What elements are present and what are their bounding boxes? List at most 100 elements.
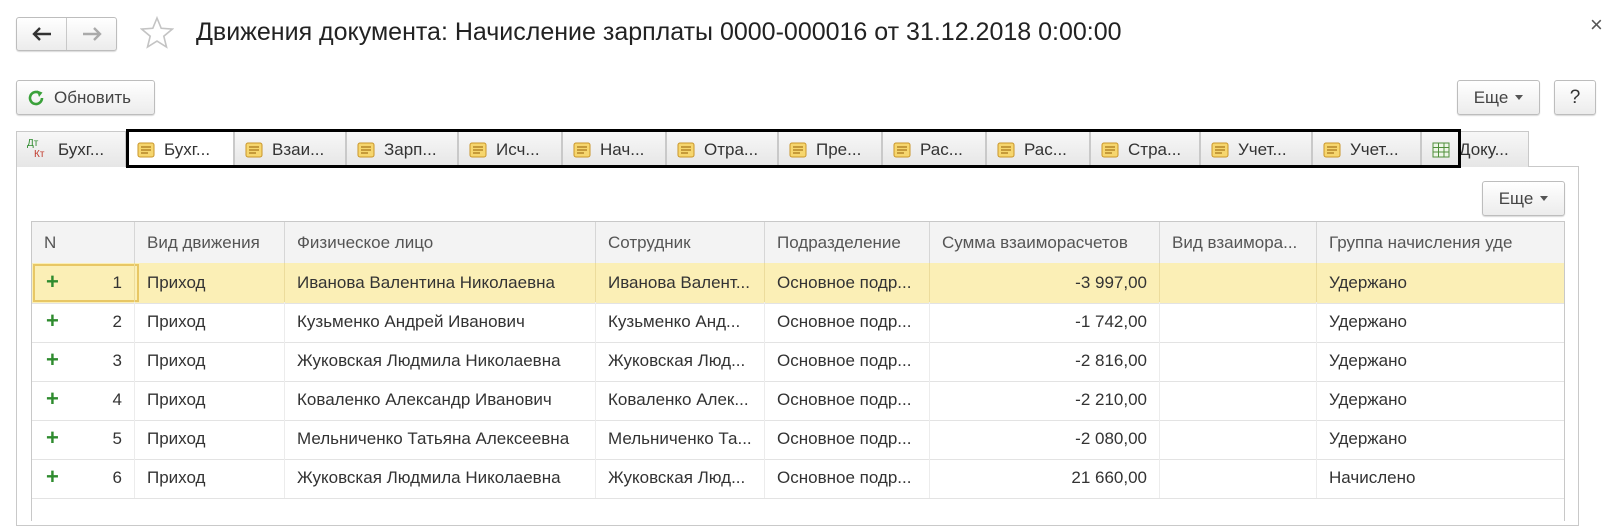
arrow-left-icon: [31, 27, 51, 41]
tab-10[interactable]: Рас...: [986, 131, 1090, 167]
header-col-person[interactable]: Физическое лицо: [285, 222, 596, 263]
cell-settlement-type: [1160, 380, 1317, 420]
cell-person: Жуковская Людмила Николаевна: [285, 458, 596, 498]
register-icon: [677, 142, 695, 157]
tab-2[interactable]: Бухг...: [126, 130, 234, 168]
more-button[interactable]: Еще: [1457, 80, 1540, 115]
arrow-right-icon: [82, 27, 102, 41]
tab-12[interactable]: Учет...: [1200, 131, 1312, 167]
cell-settlement-type: [1160, 263, 1317, 303]
table-row[interactable]: +3 Приход Жуковская Людмила Николаевна Жуко…: [32, 341, 1564, 382]
register-icon: [997, 142, 1015, 157]
cell-movement: Приход: [135, 302, 285, 342]
register-tabs: Дт Кт Бухг... Бухг... Взаи... Зарп... Исч... На…: [16, 130, 1579, 168]
table-row[interactable]: +6 Приход Жуковская Людмила Николаевна Жуко…: [32, 458, 1564, 499]
tab-4[interactable]: Зарп...: [346, 131, 458, 167]
kt-label: Кт: [34, 148, 45, 160]
table-row[interactable]: +4 Приход Коваленко Александр Иванович Кова…: [32, 380, 1564, 421]
cell-n: 6: [32, 458, 135, 498]
tab-label: Пре...: [816, 139, 862, 159]
cell-group: Удержано: [1317, 263, 1564, 303]
cell-movement: Приход: [135, 341, 285, 381]
refresh-label: Обновить: [54, 87, 131, 107]
table-row[interactable]: +5 Приход Мельниченко Татьяна Алексеевна Ме…: [32, 419, 1564, 460]
cell-amount: -1 742,00: [930, 302, 1160, 342]
cell-amount: -3 997,00: [930, 263, 1160, 303]
cell-amount: -2 080,00: [930, 419, 1160, 459]
table-icon: [1432, 142, 1450, 157]
caret-down-icon: [1515, 95, 1524, 100]
cell-group: Удержано: [1317, 419, 1564, 459]
tab-label: Отра...: [704, 139, 759, 159]
tab-label: Рас...: [920, 139, 963, 159]
header-col-amount[interactable]: Сумма взаиморасчетов: [930, 222, 1160, 263]
tab-14[interactable]: Доку...: [1421, 131, 1529, 167]
back-button[interactable]: [17, 18, 66, 50]
cell-n: 3: [32, 341, 135, 381]
cell-settlement-type: [1160, 341, 1317, 381]
tab-13[interactable]: Учет...: [1312, 131, 1421, 167]
tab-3[interactable]: Взаи...: [234, 131, 346, 167]
tab-6[interactable]: Нач...: [562, 131, 666, 167]
tab-label: Нач...: [600, 139, 645, 159]
register-icon: [1323, 142, 1341, 157]
header-col-settlement-type[interactable]: Вид взаимора...: [1160, 222, 1317, 263]
register-icon: [789, 142, 807, 157]
cell-employee: Мельниченко Та...: [596, 419, 765, 459]
cell-employee: Жуковская Люд...: [596, 458, 765, 498]
cell-employee: Коваленко Алек...: [596, 380, 765, 420]
tab-7[interactable]: Отра...: [666, 131, 778, 167]
cell-movement: Приход: [135, 380, 285, 420]
cell-person: Мельниченко Татьяна Алексеевна: [285, 419, 596, 459]
table-row[interactable]: +2 Приход Кузьменко Андрей Иванович Кузьмен…: [32, 302, 1564, 343]
tab-9[interactable]: Рас...: [882, 131, 986, 167]
forward-button[interactable]: [66, 18, 116, 50]
register-icon: [469, 142, 487, 157]
tab-label: Зарп...: [384, 139, 437, 159]
more-label: Еще: [1473, 87, 1509, 107]
cell-n: 5: [32, 419, 135, 459]
header-col-department[interactable]: Подразделение: [765, 222, 930, 263]
cell-settlement-type: [1160, 419, 1317, 459]
dt-kt-icon: Дт Кт: [27, 137, 49, 161]
close-icon[interactable]: ×: [1590, 14, 1603, 36]
register-icon: [1211, 142, 1229, 157]
tab-8[interactable]: Пре...: [778, 131, 882, 167]
cell-group: Начислено: [1317, 458, 1564, 498]
header-col-group[interactable]: Группа начисления уде: [1317, 222, 1564, 263]
cell-person: Коваленко Александр Иванович: [285, 380, 596, 420]
table-more-button[interactable]: Еще: [1482, 181, 1565, 216]
cell-settlement-type: [1160, 458, 1317, 498]
cell-movement: Приход: [135, 419, 285, 459]
cell-n: 1: [32, 263, 135, 303]
caret-down-icon: [1540, 196, 1549, 201]
tab-1[interactable]: Дт Кт Бухг...: [16, 131, 126, 167]
cell-n: 4: [32, 380, 135, 420]
tab-label: Бухг...: [58, 139, 105, 159]
cell-n: 2: [32, 302, 135, 342]
cell-amount: -2 210,00: [930, 380, 1160, 420]
cell-employee: Жуковская Люд...: [596, 341, 765, 381]
table-row[interactable]: +1 Приход Иванова Валентина Николаевна Иван…: [32, 263, 1564, 304]
help-button[interactable]: ?: [1554, 80, 1596, 115]
table-more-label: Еще: [1498, 188, 1534, 208]
tab-label: Стра...: [1128, 139, 1182, 159]
cell-group: Удержано: [1317, 302, 1564, 342]
header-col-n[interactable]: N: [32, 222, 135, 263]
tab-5[interactable]: Исч...: [458, 131, 562, 167]
register-icon: [573, 142, 591, 157]
register-icon: [893, 142, 911, 157]
dt-label: Дт: [27, 137, 39, 149]
header-col-movement[interactable]: Вид движения: [135, 222, 285, 263]
header-col-employee[interactable]: Сотрудник: [596, 222, 765, 263]
cell-employee: Иванова Валент...: [596, 263, 765, 303]
register-icon: [245, 142, 263, 157]
tab-label: Исч...: [496, 139, 540, 159]
page-title: Движения документа: Начисление зарплаты …: [196, 18, 1122, 46]
movements-table: N Вид движения Физическое лицо Сотрудник Под…: [31, 221, 1565, 521]
tab-11[interactable]: Стра...: [1090, 131, 1200, 167]
cell-employee: Кузьменко Анд...: [596, 302, 765, 342]
refresh-button[interactable]: Обновить: [16, 80, 155, 115]
favorite-star-icon[interactable]: [140, 16, 174, 50]
cell-department: Основное подр...: [765, 263, 930, 303]
